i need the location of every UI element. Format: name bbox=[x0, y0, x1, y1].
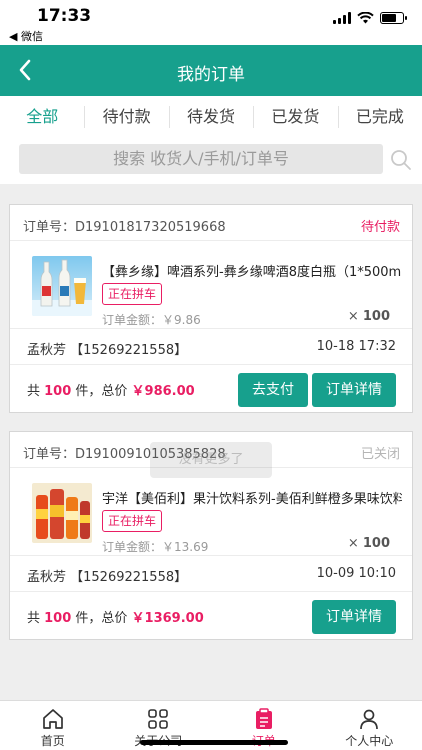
search-bar: 搜索 收货人/手机/订单号 bbox=[0, 138, 422, 184]
order-number: 订单号：D19101817320519668 bbox=[23, 220, 226, 235]
order-total: 共 100 件，总价 ￥986.00 bbox=[27, 384, 195, 399]
page-title: 我的订单 bbox=[177, 65, 245, 85]
product-name: 【彝乡缘】啤酒系列-彝乡缘啤酒8度白瓶（1*500ml） bbox=[102, 265, 402, 280]
status-bar: 17:33 ◀ 微信 bbox=[0, 0, 422, 45]
carpool-badge: 正在拼车 bbox=[102, 510, 162, 532]
grid-icon bbox=[148, 709, 169, 729]
order-time: 10-09 10:10 bbox=[316, 566, 396, 581]
tab-completed[interactable]: 已完成 bbox=[337, 96, 422, 138]
tab-pending-shipment[interactable]: 待发货 bbox=[168, 96, 253, 138]
order-status: 待付款 bbox=[360, 220, 400, 235]
order-detail-button[interactable]: 订单详情 bbox=[312, 600, 396, 634]
buyer-row: 孟秋芳 【15269221558】 10-09 10:10 bbox=[10, 556, 412, 592]
order-goods[interactable]: 【彝乡缘】啤酒系列-彝乡缘啤酒8度白瓶（1*500ml） 正在拼车 订单金额：￥… bbox=[10, 241, 412, 329]
tabbar-item-profile[interactable]: 个人中心 bbox=[317, 701, 422, 750]
cellular-signal-icon bbox=[333, 12, 351, 24]
order-tabs: 全部 待付款 待发货 已发货 已完成 bbox=[0, 96, 422, 138]
tabbar-item-home[interactable]: 首页 bbox=[0, 701, 106, 750]
buyer-info: 孟秋芳 【15269221558】 bbox=[27, 343, 188, 358]
order-total: 共 100 件，总价 ￥1369.00 bbox=[27, 611, 204, 626]
order-amount: 订单金额：￥9.86 bbox=[102, 313, 201, 327]
order-header: 订单号：D19101817320519668 待付款 bbox=[10, 205, 412, 241]
order-status: 已关闭 bbox=[360, 447, 400, 462]
tab-all[interactable]: 全部 bbox=[0, 96, 84, 138]
wifi-icon bbox=[357, 12, 374, 24]
person-icon bbox=[360, 709, 379, 730]
order-footer: 共 100 件，总价 ￥1369.00 订单详情 bbox=[10, 592, 412, 639]
tab-pending-payment[interactable]: 待付款 bbox=[84, 96, 168, 138]
tabbar-label: 首页 bbox=[40, 734, 65, 748]
order-card: 订单号：D19101817320519668 待付款 【彝乡缘】啤酒系列-彝乡缘… bbox=[9, 204, 413, 413]
buyer-info: 孟秋芳 【15269221558】 bbox=[27, 570, 188, 585]
buyer-row: 孟秋芳 【15269221558】 10-18 17:32 bbox=[10, 329, 412, 365]
tabbar-label: 个人中心 bbox=[345, 734, 394, 748]
product-image bbox=[32, 483, 92, 543]
status-indicators bbox=[333, 12, 407, 24]
carpool-badge: 正在拼车 bbox=[102, 283, 162, 305]
no-more-toast: 没有更多了 bbox=[150, 442, 272, 478]
battery-icon bbox=[380, 12, 407, 24]
clipboard-icon bbox=[255, 708, 272, 729]
pay-button[interactable]: 去支付 bbox=[238, 373, 308, 407]
back-to-wechat-link[interactable]: ◀ 微信 bbox=[9, 28, 43, 44]
order-goods[interactable]: 宇洋【美佰利】果汁饮料系列-美佰利鲜橙多果味饮料 正在拼车 订单金额：￥13.6… bbox=[10, 468, 412, 556]
product-name: 宇洋【美佰利】果汁饮料系列-美佰利鲜橙多果味饮料 bbox=[102, 492, 402, 507]
order-time: 10-18 17:32 bbox=[316, 339, 396, 354]
order-footer: 共 100 件，总价 ￥986.00 去支付 订单详情 bbox=[10, 365, 412, 412]
tab-shipped[interactable]: 已发货 bbox=[253, 96, 337, 138]
product-quantity: × 100 bbox=[347, 309, 390, 324]
home-icon bbox=[42, 709, 63, 729]
search-input[interactable]: 搜索 收货人/手机/订单号 bbox=[19, 144, 383, 174]
status-time: 17:33 bbox=[37, 6, 92, 26]
product-quantity: × 100 bbox=[347, 536, 390, 551]
search-icon[interactable] bbox=[390, 149, 412, 171]
home-indicator bbox=[140, 740, 288, 745]
order-detail-button[interactable]: 订单详情 bbox=[312, 373, 396, 407]
order-amount: 订单金额：￥13.69 bbox=[102, 540, 209, 554]
product-image bbox=[32, 256, 92, 316]
nav-bar: 我的订单 bbox=[0, 45, 422, 96]
